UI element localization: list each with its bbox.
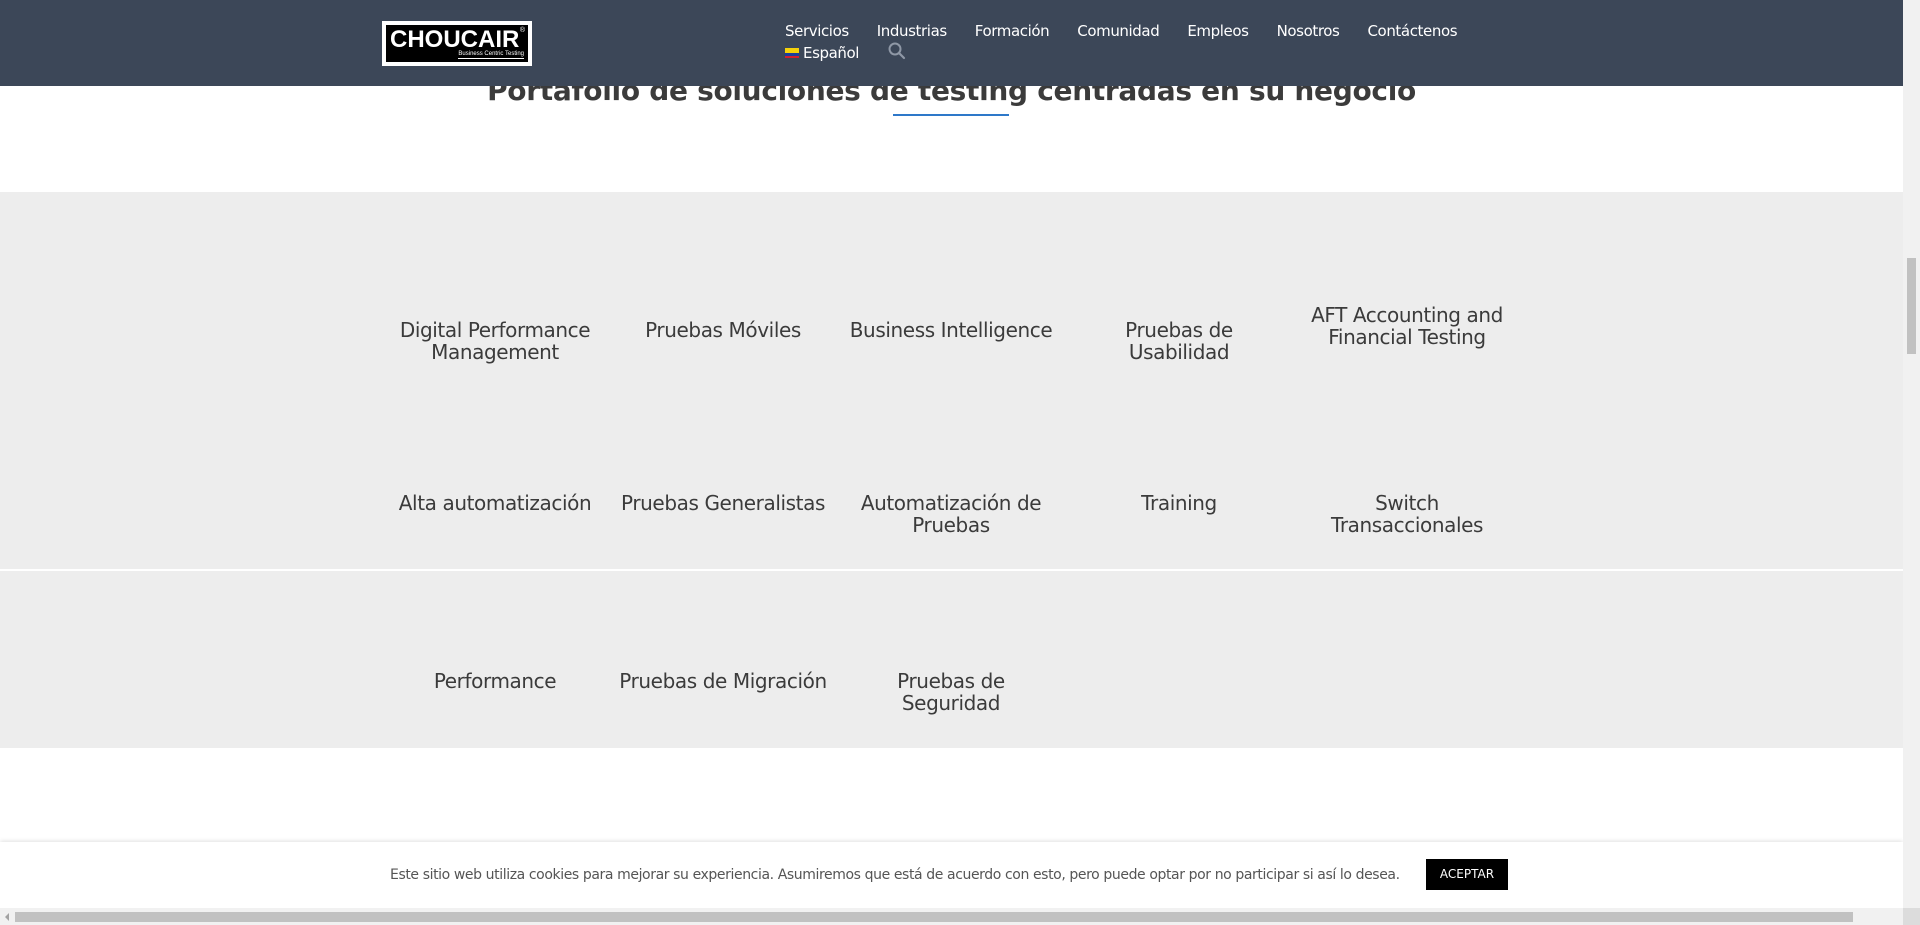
scroll-left-arrow-icon[interactable] [5, 913, 9, 921]
service-label-line: Usabilidad [1128, 340, 1230, 364]
language-selector[interactable]: Español [803, 44, 859, 62]
main-nav: Servicios Industrias Formación Comunidad… [785, 20, 1485, 42]
search-icon[interactable] [887, 41, 907, 61]
nav-item-formacion[interactable]: Formación [975, 20, 1050, 42]
service-label-line: Digital Performance [399, 318, 591, 342]
service-performance[interactable]: Performance [385, 670, 605, 692]
service-label-line: Switch [1375, 491, 1439, 515]
service-label-line: Pruebas de Migración [619, 669, 827, 693]
logo-box: CHOUCAIR ® Business Centric Testing [386, 25, 528, 62]
service-label-line: Pruebas de [1125, 318, 1233, 342]
service-label-line: Seguridad [901, 691, 1001, 715]
service-pruebas-moviles[interactable]: Pruebas Móviles [613, 319, 833, 341]
service-label-line: AFT Accounting and [1311, 303, 1503, 327]
service-pruebas-migracion[interactable]: Pruebas de Migración [613, 670, 833, 692]
logo-tagline: Business Centric Testing [458, 51, 524, 59]
logo-wordmark: CHOUCAIR [390, 26, 520, 53]
service-pruebas-usabilidad[interactable]: Pruebas de Usabilidad [1069, 319, 1289, 363]
colombia-flag-icon [785, 48, 799, 58]
cookie-message: Este sitio web utiliza cookies para mejo… [390, 867, 1400, 883]
service-label-line: Transaccionales [1330, 513, 1484, 537]
service-label-line: Performance [433, 669, 557, 693]
service-training[interactable]: Training [1069, 492, 1289, 514]
service-label-line: Pruebas [912, 513, 990, 537]
nav-item-industrias[interactable]: Industrias [877, 20, 947, 42]
service-label-line: Financial Testing [1328, 325, 1486, 349]
horizontal-scrollbar[interactable] [0, 908, 1920, 925]
vertical-scrollbar[interactable] [1903, 0, 1920, 908]
accept-cookies-button[interactable]: ACEPTAR [1426, 859, 1508, 890]
service-label-line: Pruebas Generalistas [621, 491, 825, 515]
services-panel-bottom [0, 571, 1903, 748]
scrollbar-corner [1903, 908, 1920, 925]
service-pruebas-generalistas[interactable]: Pruebas Generalistas [613, 492, 833, 514]
nav-secondary: Español [785, 41, 907, 63]
service-automatizacion-pruebas[interactable]: Automatización de Pruebas [841, 492, 1061, 536]
site-header: CHOUCAIR ® Business Centric Testing Serv… [0, 0, 1903, 86]
service-switch-transaccionales[interactable]: Switch Transaccionales [1297, 492, 1517, 536]
vertical-scrollbar-thumb[interactable] [1907, 258, 1916, 354]
nav-item-nosotros[interactable]: Nosotros [1277, 20, 1340, 42]
nav-item-empleos[interactable]: Empleos [1187, 20, 1249, 42]
service-alta-automatizacion[interactable]: Alta automatización [385, 492, 605, 514]
nav-item-contactenos[interactable]: Contáctenos [1367, 20, 1457, 42]
choucair-logo[interactable]: CHOUCAIR ® Business Centric Testing [382, 21, 532, 66]
service-label-line: Business Intelligence [849, 318, 1053, 342]
service-label-line: Pruebas de [897, 669, 1005, 693]
cookie-banner: Este sitio web utiliza cookies para mejo… [0, 842, 1903, 908]
service-label-line: Alta automatización [398, 491, 592, 515]
service-aft-accounting[interactable]: AFT Accounting and Financial Testing [1297, 304, 1517, 348]
nav-item-servicios[interactable]: Servicios [785, 20, 849, 42]
service-label-line: Automatización de [860, 491, 1042, 515]
logo-registered-mark: ® [519, 27, 525, 34]
service-pruebas-seguridad[interactable]: Pruebas de Seguridad [841, 670, 1061, 714]
service-label-line: Training [1141, 491, 1217, 515]
nav-item-comunidad[interactable]: Comunidad [1077, 20, 1159, 42]
service-label-line: Management [431, 340, 559, 364]
service-business-intelligence[interactable]: Business Intelligence [841, 319, 1061, 341]
service-digital-performance[interactable]: Digital Performance Management [385, 319, 605, 363]
service-label-line: Pruebas Móviles [645, 318, 801, 342]
horizontal-scrollbar-thumb[interactable] [15, 912, 1853, 922]
title-underline [893, 114, 1009, 116]
